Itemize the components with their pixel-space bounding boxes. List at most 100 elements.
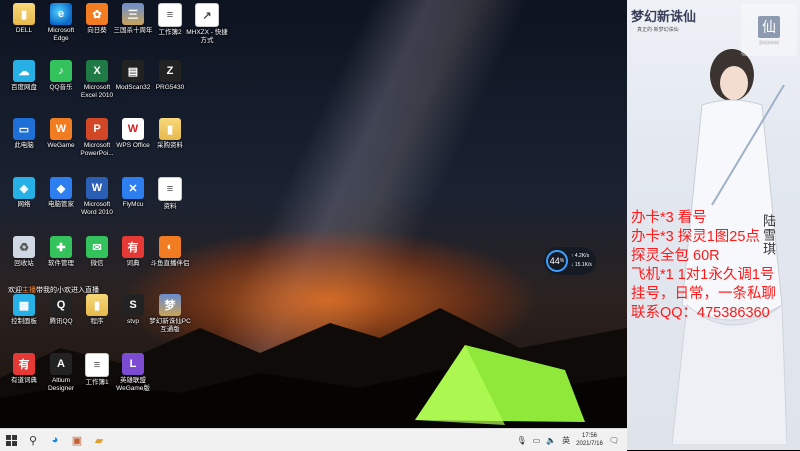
desktop-icon[interactable]: ▮ DELL (3, 3, 45, 35)
desktop-icon[interactable]: L 英雄联盟WeGame版 (112, 353, 154, 393)
game-title: 梦幻新诛仙 (631, 10, 697, 25)
desktop-icon[interactable]: 三三国杀十周年 (112, 3, 154, 35)
clock[interactable]: 17:56 2021/7/16 (576, 432, 603, 448)
desktop-icon-glyph: ≡ (85, 353, 109, 377)
desktop-icon-glyph: W (122, 118, 144, 140)
desktop-icon[interactable]: ▤ ModScan32 (112, 60, 154, 92)
desktop-icon[interactable]: 梦梦幻新诛仙PC互通版 (149, 294, 191, 334)
desktop-icon-glyph: Z (159, 60, 181, 82)
stream-notice: 欢迎主播带我的小欢进入直播 (8, 285, 99, 295)
desktop-icon-label: 资料 (163, 203, 177, 210)
app-icon[interactable]: ▣ (66, 429, 88, 451)
desktop-icon-label: 工作簿2 (158, 29, 182, 36)
desktop-icon[interactable]: ≡ 工作簿2 (149, 3, 191, 37)
search-icon[interactable]: ⚲ (22, 429, 44, 451)
system-tray: 🎙 ▭ 🔈 英 17:56 2021/7/16 🗨 (516, 429, 619, 451)
desktop-icon-glyph: ◆ (50, 177, 72, 199)
speed-widget[interactable]: 44% ↑ 4.2K/s ↓ 15.1K/s (544, 247, 596, 275)
desktop-icon-label: WPS Office (116, 142, 150, 149)
desktop-icon-glyph: ☁ (13, 60, 35, 82)
desktop-icon-glyph: ▭ (13, 118, 35, 140)
logo-mark-icon: 仙 (758, 15, 780, 38)
speed-rates: ↑ 4.2K/s ↓ 15.1K/s (571, 253, 592, 268)
desktop-icon-label: 英雄联盟WeGame版 (116, 377, 150, 392)
desktop-icon[interactable]: Sstvp (112, 294, 154, 326)
desktop-icon-glyph: ▦ (13, 294, 35, 316)
desktop-icon[interactable]: ▦ 控制面板 (3, 294, 45, 326)
desktop-icon-glyph: 三 (122, 3, 144, 25)
notification-icon[interactable]: 🗨 (609, 436, 619, 445)
network-icon[interactable]: ▭ (533, 436, 541, 445)
desktop: ▮ DELL ☁ 百度网盘 ▭ 此电脑 ◈ 网络 ♻ 回收站 ▦ 控制面板有有道词典 e Microsof… (0, 0, 627, 428)
promo-panel: 梦幻新诛仙 真正的·新梦幻诛仙 仙 ZHUXIAN 陆雪琪 办卡*3 看号 办卡… (627, 0, 800, 450)
folder-icon[interactable]: ▰ (88, 429, 110, 451)
desktop-icon-label: 词典 (126, 260, 140, 267)
desktop-icon-glyph: ≡ (158, 177, 182, 201)
desktop-icon[interactable]: ♻ 回收站 (3, 236, 45, 268)
desktop-icon-glyph: ▤ (122, 60, 144, 82)
desktop-icon[interactable]: ✕ FlyMcu (112, 177, 154, 209)
desktop-icon-glyph: ▮ (13, 3, 35, 25)
desktop-icon-glyph: ♻ (13, 236, 35, 258)
logo-text: ZHUXIAN (759, 39, 779, 45)
desktop-icon-glyph: ▮ (86, 294, 108, 316)
desktop-icon-glyph: ✕ (122, 177, 144, 199)
desktop-icon-label: 梦幻新诛仙PC互通版 (149, 318, 191, 333)
wallpaper-tent (415, 345, 585, 425)
speed-percent: 44 (549, 256, 560, 266)
promo-text: 办卡*3 看号 办卡*3 探灵1图25点 探灵全包 60R 飞机*1 1对1永久… (631, 209, 776, 323)
game-subtitle: 真正的·新梦幻诛仙 (637, 27, 679, 33)
desktop-icon[interactable]: Z PRG5430 (149, 60, 191, 92)
desktop-icon-label: DELL (15, 27, 33, 34)
desktop-icon[interactable]: ↗ MHXZX - 快捷方式 (186, 3, 228, 45)
desktop-icon-label: 回收站 (14, 260, 34, 267)
desktop-icon-glyph: ≡ (158, 3, 182, 27)
desktop-icon-glyph: ◐ (159, 236, 181, 258)
desktop-icon[interactable]: ◈ 网络 (3, 177, 45, 209)
microphone-icon[interactable]: 🎙 (516, 436, 526, 445)
promo-line: 飞机*1 1对1永久调1号 (631, 267, 775, 283)
edge-icon[interactable]: ◕ (44, 429, 66, 451)
volume-icon[interactable]: 🔈 (546, 436, 556, 445)
desktop-icon-glyph: A (50, 353, 72, 375)
promo-line: 探灵全包 60R (631, 248, 720, 264)
desktop-icon[interactable]: ☁ 百度网盘 (3, 60, 45, 92)
game-logo: 仙 ZHUXIAN (741, 4, 797, 56)
desktop-icon-label: ModScan32 (115, 84, 151, 91)
desktop-icon-glyph: ▮ (159, 118, 181, 140)
desktop-icon-glyph: ↗ (195, 3, 219, 27)
windows-icon[interactable] (0, 429, 22, 451)
desktop-icon[interactable]: ≡ 资料 (149, 177, 191, 211)
download-rate: 15.1K/s (574, 262, 592, 268)
desktop-icon[interactable]: W WPS Office (112, 118, 154, 150)
desktop-icon-label: MHXZX - 快捷方式 (186, 29, 228, 44)
desktop-icon-glyph: S (122, 294, 144, 316)
desktop-icon[interactable]: ▮ 采购资料 (149, 118, 191, 150)
desktop-icon-label: 控制面板 (11, 318, 37, 325)
notice-prefix: 欢迎 (8, 287, 22, 294)
desktop-icon-glyph: L (122, 353, 144, 375)
notice-suffix: 带我的小欢进入直播 (36, 287, 99, 294)
desktop-icon[interactable]: 有有道词典 (3, 353, 45, 385)
clock-time: 17:56 (581, 433, 597, 439)
desktop-icon-glyph: 有 (122, 236, 144, 258)
clock-date: 2021/7/16 (576, 441, 603, 447)
desktop-icon-label: PRG5430 (155, 84, 185, 91)
desktop-icon-glyph: X (86, 60, 108, 82)
desktop-icon[interactable]: ▭ 此电脑 (3, 118, 45, 150)
desktop-icon-label: 斗鱼直播伴侣 (150, 260, 190, 267)
input-method-icon[interactable]: 英 (562, 435, 570, 446)
desktop-icon-label: 有道词典 (11, 377, 37, 384)
desktop-icon-label: stvp (127, 318, 139, 325)
desktop-icon-glyph: W (86, 177, 108, 199)
desktop-icon[interactable]: 有词典 (112, 236, 154, 268)
desktop-icon-glyph: P (86, 118, 108, 140)
promo-line: 办卡*3 看号 (631, 210, 707, 226)
desktop-icon[interactable]: ◐ 斗鱼直播伴侣 (149, 236, 191, 268)
speed-percent-ring: 44% (546, 250, 568, 272)
desktop-icon-glyph: ♪ (50, 60, 72, 82)
desktop-icon-glyph: Q (50, 294, 72, 316)
desktop-icon-label: 此电脑 (14, 142, 34, 149)
desktop-icon-glyph: ✉ (86, 236, 108, 258)
taskbar: ⚲ ◕ ▣ ▰ 🎙 ▭ 🔈 英 17:56 2021/7/16 🗨 (0, 428, 627, 451)
